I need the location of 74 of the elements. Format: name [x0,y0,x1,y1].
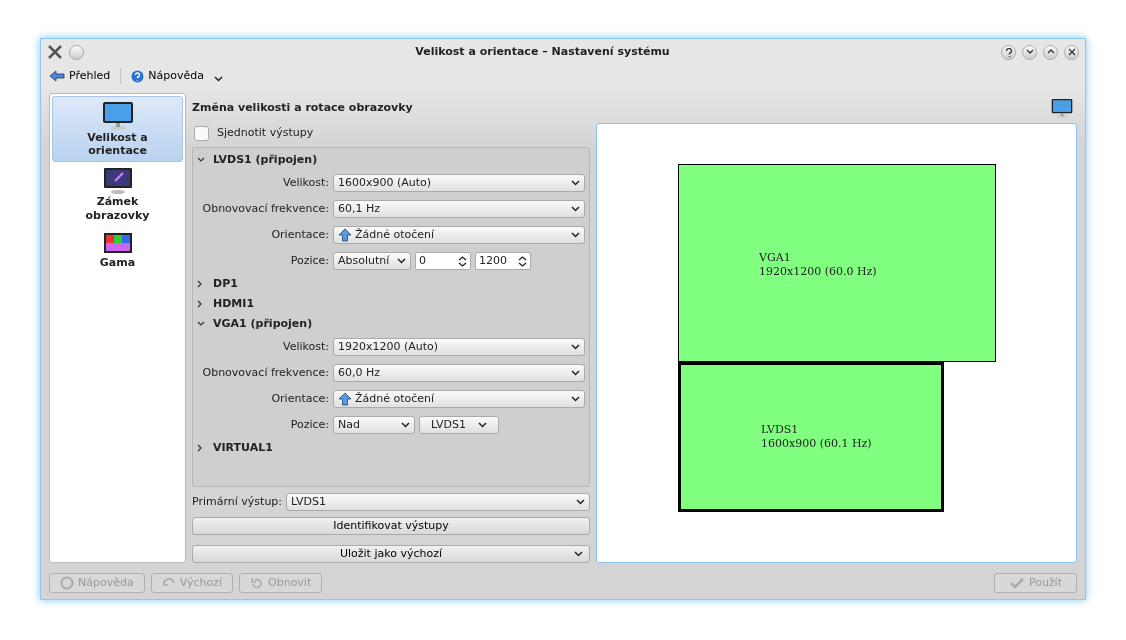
caret-icon [571,206,580,212]
help-button[interactable] [1001,44,1016,60]
caret-icon [397,258,406,264]
help-menu-button[interactable]: Nápověda [129,67,225,85]
field-label: Velikost: [282,174,329,191]
field-label: Obnovovací frekvence: [201,364,329,381]
up-arrow-icon [338,228,352,242]
orientation-dropdown[interactable]: Žádné otočení [333,226,585,244]
screen-mode: 1600x900 (60.1 Hz) [761,436,873,451]
field-label: Obnovovací frekvence: [201,200,329,217]
caret-icon [571,396,580,402]
position-mode-dropdown[interactable]: Absolutní [333,252,411,270]
maximize-button[interactable] [1043,44,1058,60]
help-icon [131,69,145,83]
caret-icon [576,499,585,505]
x-position-field[interactable]: 0 [415,252,471,270]
output-name[interactable]: VIRTUAL1 [213,439,273,457]
chevron-up-icon [1046,48,1055,56]
caret-icon [213,76,223,82]
screen-rectangle[interactable]: LVDS1 1600x900 (60.1 Hz) [678,362,944,512]
chevron-down-icon [1025,48,1034,56]
window-title: Velikost a orientace – Nastavení systému [414,43,671,60]
field-label: Orientace: [270,226,329,243]
caret-icon [401,422,410,428]
output-name[interactable]: VGA1 (připojen) [213,315,313,333]
position-mode-dropdown[interactable]: Nad [333,416,415,434]
spinner-arrows-icon [518,255,527,267]
monitor-icon [102,167,133,196]
caret-icon [571,344,580,350]
save-default-button[interactable]: Uložit jako výchozí [192,545,590,563]
output-name[interactable]: HDMI1 [213,295,255,313]
screen-mode: 1920x1200 (60.0 Hz) [759,264,878,279]
primary-output-dropdown[interactable]: LVDS1 [286,493,590,511]
refresh-rate-dropdown[interactable]: 60,0 Hz [333,364,585,382]
y-position-field[interactable]: 1200 [475,252,531,270]
sidebar-item[interactable]: Velikost a orientace [52,96,183,163]
caret-icon [477,422,487,428]
identify-outputs-button[interactable]: Identifikovat výstupy [192,517,590,535]
caret-icon [571,370,580,376]
output-name[interactable]: LVDS1 (připojen) [213,151,318,169]
spinner-arrows-icon [458,255,467,267]
monitor-icon [1051,97,1073,119]
screen-name: LVDS1 [761,423,800,437]
caret-icon [574,551,583,557]
reference-output-dropdown[interactable]: LVDS1 [419,416,499,434]
back-arrow-icon [49,70,65,82]
caret-icon [571,232,580,238]
up-arrow-icon [338,392,352,406]
field-label: Orientace: [270,390,329,407]
sidebar-item[interactable]: Zámek obrazovky [52,162,183,227]
close-icon [1067,48,1076,56]
field-label: Pozice: [289,252,329,269]
undo-icon [250,576,264,590]
orientation-dropdown[interactable]: Žádné otočení [333,390,585,408]
minimize-button[interactable] [1022,44,1037,60]
screen-name: VGA1 [759,251,792,265]
unify-checkbox[interactable]: Sjednotit výstupy [194,123,590,143]
field-label: Primární výstup: [192,493,283,510]
sidebar-item[interactable]: Gama [52,226,183,274]
field-label: Velikost: [282,338,329,355]
field-label: Pozice: [289,416,329,433]
size-dropdown[interactable]: 1920x1200 (Auto) [333,338,585,356]
caret-icon [571,180,580,186]
question-mark-icon [1004,47,1013,57]
refresh-rate-dropdown[interactable]: 60,1 Hz [333,200,585,218]
screen-rectangle[interactable]: VGA1 1920x1200 (60.0 Hz) [678,164,996,362]
panel-heading: Změna velikosti a rotace obrazovky [192,99,413,116]
close-button[interactable] [1064,44,1079,60]
checkmark-icon [1008,577,1025,589]
monitor-icon [101,101,134,131]
size-dropdown[interactable]: 1600x900 (Auto) [333,174,585,192]
output-name[interactable]: DP1 [213,275,238,293]
back-button[interactable]: Přehled [47,67,113,85]
color-bars-icon [102,231,133,256]
